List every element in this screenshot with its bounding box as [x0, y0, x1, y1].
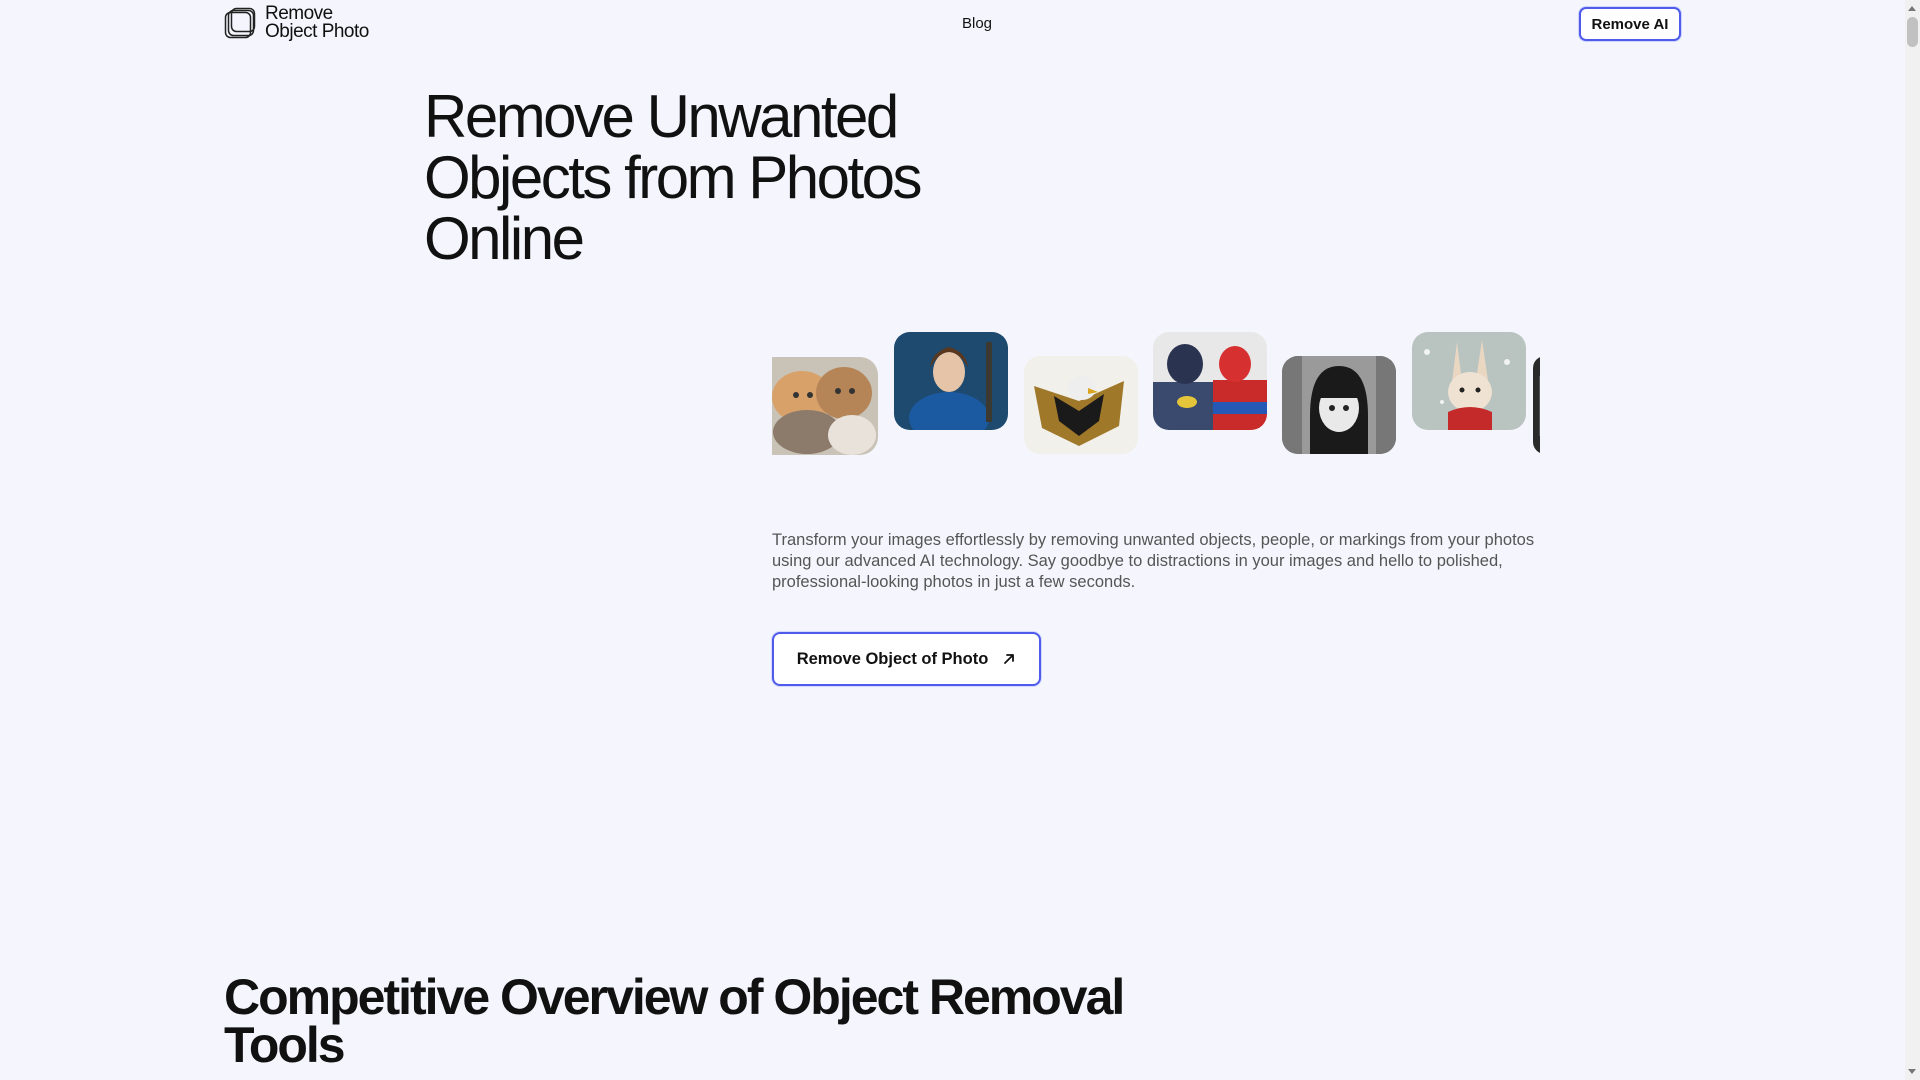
gallery-tile-cats — [772, 357, 878, 455]
gallery-tile-batman-spiderman — [1153, 332, 1267, 430]
page-scrollbar[interactable] — [1905, 0, 1920, 1080]
logo-icon — [224, 7, 256, 39]
scroll-down-arrow-icon[interactable] — [1908, 1069, 1916, 1074]
section-title-line-2: Tools — [224, 1017, 346, 1073]
section-title-line-1: Competitive Overview of Object Removal — [224, 969, 1125, 1025]
hero-title-line-3: Online — [424, 205, 585, 272]
scroll-up-arrow-icon[interactable] — [1908, 6, 1916, 11]
scrollbar-thumb[interactable] — [1907, 17, 1918, 47]
gallery-tile-woman — [894, 332, 1008, 430]
gallery-tile-rabbit — [1412, 332, 1526, 430]
remove-ai-button[interactable]: Remove AI — [1579, 7, 1681, 41]
gallery-tile-partial — [1533, 356, 1540, 454]
logo[interactable]: Remove Object Photo — [224, 4, 369, 42]
section-title: Competitive Overview of Object Removal T… — [224, 969, 1125, 1073]
arrow-up-right-icon — [1004, 654, 1015, 664]
cta-label: Remove Object of Photo — [796, 649, 989, 668]
hero-description: Transform your images effortlessly by re… — [772, 531, 1535, 591]
gallery-tile-anime-girl — [1282, 356, 1396, 454]
hero-title-line-2: Objects from Photos — [424, 144, 923, 211]
image-gallery — [772, 325, 1540, 465]
gallery-tile-eagle — [1024, 356, 1138, 454]
hero-title-line-1: Remove Unwanted — [424, 83, 899, 150]
site-header: Remove Object Photo Blog Remove AI — [0, 0, 1905, 50]
hero-title: Remove Unwanted Objects from Photos Onli… — [424, 86, 1124, 269]
nav-blog-link[interactable]: Blog — [962, 15, 992, 32]
logo-line-2: Object Photo — [265, 21, 369, 42]
remove-object-cta-button[interactable]: Remove Object of Photo — [772, 632, 1041, 686]
logo-text: Remove Object Photo — [265, 4, 369, 42]
